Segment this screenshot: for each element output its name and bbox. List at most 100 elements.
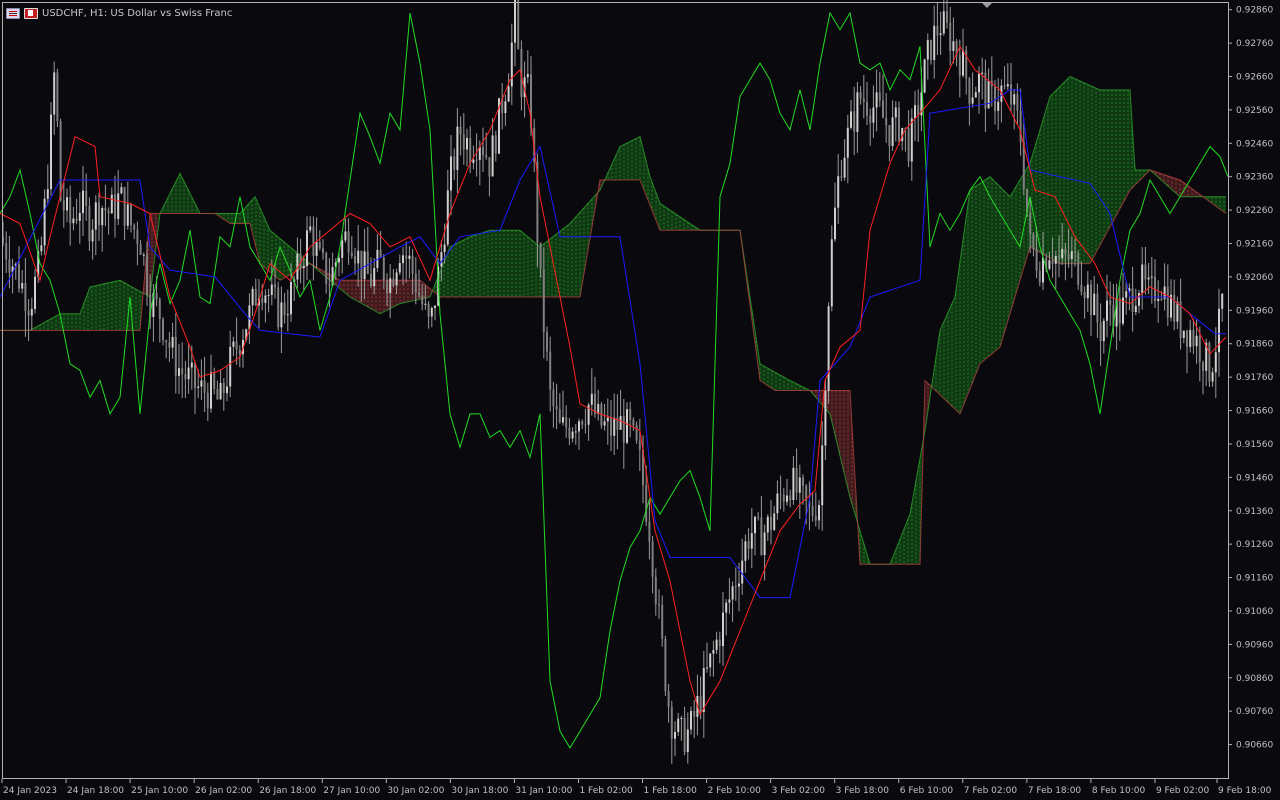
candle-body [1202,362,1204,371]
candle [898,101,900,146]
candle-body [126,204,129,226]
candle [50,102,52,196]
candle-body [104,208,107,211]
candle-body [571,431,574,439]
candle-body [1090,284,1092,315]
candle-body [232,341,235,347]
candle-body [1179,301,1182,338]
candle-body [830,239,833,307]
candle [600,402,603,429]
candle [56,68,59,128]
candle-body [750,533,753,549]
candle-body [930,40,932,60]
candle-body [178,368,180,376]
candle [277,281,280,331]
candle-body [779,493,782,495]
candle-body [418,292,420,296]
candle-body [862,98,865,103]
candle-body [347,231,350,253]
symbol-icon[interactable] [24,7,38,19]
candle-body [238,349,241,355]
candle-body [50,114,52,190]
candle-body [389,278,392,293]
chart-menu-icon[interactable] [6,7,20,19]
time-tick-label: 8 Feb 10:00 [1092,786,1146,796]
candle-body [939,33,942,36]
candle-body [197,386,200,388]
candle-body [949,22,952,51]
candle-body [789,495,792,501]
candle-body [354,256,356,264]
candle-body [472,159,475,163]
candle-body [411,255,414,274]
price-chart[interactable]: 0.92860 0.92760 0.92660 0.92560 0.92460 0.923… [0,0,1280,800]
candle-body [1032,234,1035,249]
time-tick-label: 31 Jan 10:00 [515,786,572,796]
candle-body [107,210,110,214]
candle-body [27,310,30,316]
candle-body [546,332,548,352]
candle-body [469,138,472,163]
candle-body [651,541,654,577]
candle-body [379,249,382,258]
candle-body [203,380,206,393]
candle-body [603,421,606,426]
candle-body [798,477,801,493]
time-tick-label: 6 Feb 10:00 [900,786,954,796]
candle-body [680,718,683,719]
candle-body [907,128,910,162]
candle-body [1067,253,1070,259]
candle-body [1186,330,1188,347]
candle-body [427,303,430,317]
candle-body [683,718,686,753]
candle-body [946,11,948,23]
candle-body [757,516,760,518]
price-tick-label: 0.92160 [1236,240,1273,250]
candle-body [606,417,609,422]
candle-body [507,86,510,102]
candle-body [1064,248,1067,254]
candle-body [184,374,187,380]
candle-body [219,383,222,400]
candle-body [504,101,507,114]
candle-body [206,392,209,409]
candle-body [277,287,280,328]
candle-body [450,156,452,191]
price-tick-label: 0.91960 [1236,306,1273,316]
candle-body [1058,256,1060,259]
candle-body [408,255,411,259]
symbol-title: USDCHF, H1: US Dollar vs Swiss Franc [42,7,233,19]
candle-body [1010,84,1012,105]
candle-body [110,194,113,214]
candle-body [661,604,664,639]
candle-body [581,421,584,425]
candle-body [491,135,494,177]
candle-body [1109,300,1112,305]
price-tick-label: 0.92560 [1236,106,1273,116]
candle-body [1074,251,1076,253]
candle-body [1166,286,1169,318]
candle-body [30,308,33,316]
candle-body [1003,85,1006,87]
time-tick-label: 26 Jan 18:00 [259,786,316,796]
price-tick-label: 0.92760 [1236,39,1273,49]
candle-body [222,383,225,393]
price-tick-label: 0.90960 [1236,640,1273,650]
candle-body [731,586,734,600]
price-tick-label: 0.91360 [1236,507,1273,517]
candle-body [133,225,136,230]
price-tick-label: 0.91260 [1236,540,1273,550]
candle-body [5,243,8,260]
candle-body [146,254,148,295]
candle-body [315,242,318,256]
candle-body [1083,291,1086,299]
chart-title-bar: USDCHF, H1: US Dollar vs Swiss Franc [6,6,232,20]
candle-body [226,386,228,394]
candle-body [728,599,731,603]
candle-body [322,248,324,253]
candle-body [837,176,840,208]
candle-body [549,351,552,390]
candle [59,118,62,202]
candle-body [1070,251,1073,260]
candle-body [459,126,462,135]
